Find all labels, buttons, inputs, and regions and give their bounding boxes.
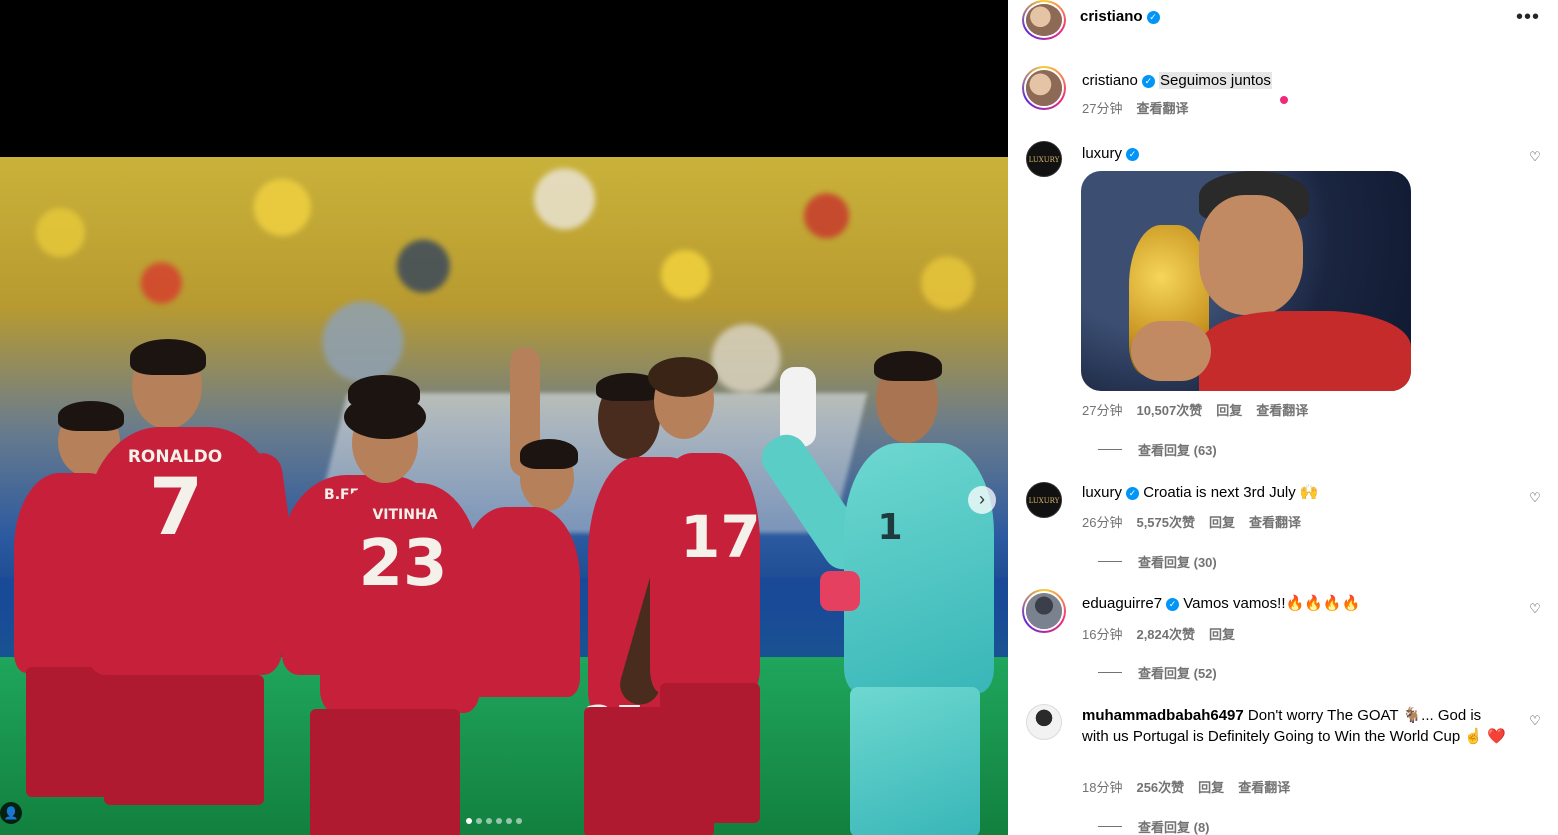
caption-translate[interactable]: 查看翻译 [1136, 98, 1188, 117]
comment-username[interactable]: eduaguirre7 [1082, 595, 1162, 612]
verified-badge-icon: ✓ [1166, 598, 1180, 611]
comment-meta: 16分钟 2,824次赞 回复 [1082, 624, 1235, 643]
comment-image[interactable] [1081, 171, 1411, 391]
comment-time: 26分钟 [1082, 515, 1123, 530]
conceicao-number: 17 [680, 503, 761, 571]
verified-badge-icon: ✓ [1146, 11, 1160, 24]
more-options-icon[interactable]: ••• [1516, 6, 1540, 29]
reply-button[interactable]: 回复 [1198, 777, 1224, 796]
comment-meta: 18分钟 256次赞 回复 查看翻译 [1082, 777, 1290, 796]
comment-time: 16分钟 [1082, 627, 1123, 642]
reply-button[interactable]: 回复 [1209, 624, 1235, 643]
verified-badge-icon: ✓ [1141, 75, 1155, 88]
comment-meta: 26分钟 5,575次赞 回复 查看翻译 [1082, 512, 1301, 531]
comment: luxury ✓ Croatia is next 3rd July 🙌 [1082, 482, 1502, 503]
ronaldo-number: 7 [148, 463, 204, 553]
reply-button[interactable]: 回复 [1209, 512, 1235, 531]
view-replies-button[interactable]: 查看回复 (52) [1098, 663, 1217, 682]
carousel-dot[interactable] [496, 818, 502, 824]
carousel-dots [466, 818, 522, 824]
author-username[interactable]: cristiano [1080, 8, 1143, 25]
heart-icon[interactable]: ♡ [1528, 602, 1542, 616]
caption-meta: 27分钟 查看翻译 [1082, 98, 1188, 117]
caption: cristiano ✓ Seguimos juntos [1082, 70, 1272, 91]
translate-button[interactable]: 查看翻译 [1256, 400, 1308, 419]
comment-likes[interactable]: 256次赞 [1136, 777, 1184, 796]
view-replies-button[interactable]: 查看回复 (30) [1098, 552, 1217, 571]
reply-button[interactable]: 回复 [1216, 400, 1242, 419]
carousel-dot[interactable] [506, 818, 512, 824]
comments-panel: cristiano ✓ ••• cristiano ✓ Seguimos junto… [1008, 0, 1558, 835]
heart-icon[interactable]: ♡ [1528, 714, 1542, 728]
translate-button[interactable]: 查看翻译 [1249, 512, 1301, 531]
comment-text: Croatia is next 3rd July 🙌 [1143, 484, 1319, 501]
caption-time: 27分钟 [1082, 101, 1123, 116]
carousel-dot[interactable] [516, 818, 522, 824]
verified-badge-icon: ✓ [1126, 148, 1140, 161]
chevron-right-icon: › [979, 489, 985, 509]
commenter-avatar[interactable]: LUXURY [1026, 482, 1062, 518]
post-media[interactable]: RONALDO 7 B.FER VITINHA 23 17 1 › 👤 [0, 0, 1008, 835]
heart-icon[interactable]: ♡ [1528, 491, 1542, 505]
comment-time: 18分钟 [1082, 780, 1123, 795]
caption-text: Seguimos juntos [1159, 72, 1272, 89]
gk-number: 1 [877, 507, 903, 548]
post-header: cristiano ✓ [1080, 8, 1160, 26]
view-replies-button[interactable]: 查看回复 (8) [1098, 817, 1210, 835]
view-replies-button[interactable]: 查看回复 (63) [1098, 440, 1217, 459]
comment-time: 27分钟 [1082, 403, 1123, 418]
post-photo: RONALDO 7 B.FER VITINHA 23 17 1 [0, 157, 1008, 835]
carousel-next-button[interactable]: › [968, 486, 996, 514]
heart-icon[interactable]: ♡ [1528, 150, 1542, 164]
comment: eduaguirre7 ✓ Vamos vamos!!🔥🔥🔥🔥 [1082, 593, 1502, 614]
comment-likes[interactable]: 2,824次赞 [1136, 624, 1195, 643]
comment-username[interactable]: muhammadbabah6497 [1082, 707, 1244, 724]
commenter-avatar[interactable] [1022, 589, 1066, 633]
comment-likes[interactable]: 5,575次赞 [1136, 512, 1195, 531]
unread-dot [1280, 96, 1288, 104]
comment-meta: 27分钟 10,507次赞 回复 查看翻译 [1082, 400, 1308, 419]
comment-text: Vamos vamos!!🔥🔥🔥🔥 [1183, 595, 1361, 612]
carousel-dot[interactable] [486, 818, 492, 824]
carousel-dot[interactable] [476, 818, 482, 824]
vitinha-number: 23 [358, 527, 448, 601]
caption-avatar[interactable] [1022, 66, 1066, 110]
commenter-avatar[interactable] [1026, 704, 1062, 740]
caption-username[interactable]: cristiano [1082, 72, 1138, 89]
comment-likes[interactable]: 10,507次赞 [1136, 400, 1202, 419]
verified-badge-icon: ✓ [1126, 487, 1140, 500]
carousel-dot[interactable] [466, 818, 472, 824]
translate-button[interactable]: 查看翻译 [1238, 777, 1290, 796]
comment-username[interactable]: luxury [1082, 484, 1122, 501]
user-tag-icon[interactable]: 👤 [0, 802, 22, 824]
comment-header: luxury ✓ [1082, 143, 1140, 164]
comment-username[interactable]: luxury [1082, 145, 1122, 162]
vitinha-name: VITINHA [372, 507, 438, 523]
author-avatar[interactable] [1022, 0, 1066, 40]
commenter-avatar[interactable]: LUXURY [1026, 141, 1062, 177]
comment: muhammadbabah6497 Don't worry The GOAT 🐐… [1082, 705, 1512, 747]
